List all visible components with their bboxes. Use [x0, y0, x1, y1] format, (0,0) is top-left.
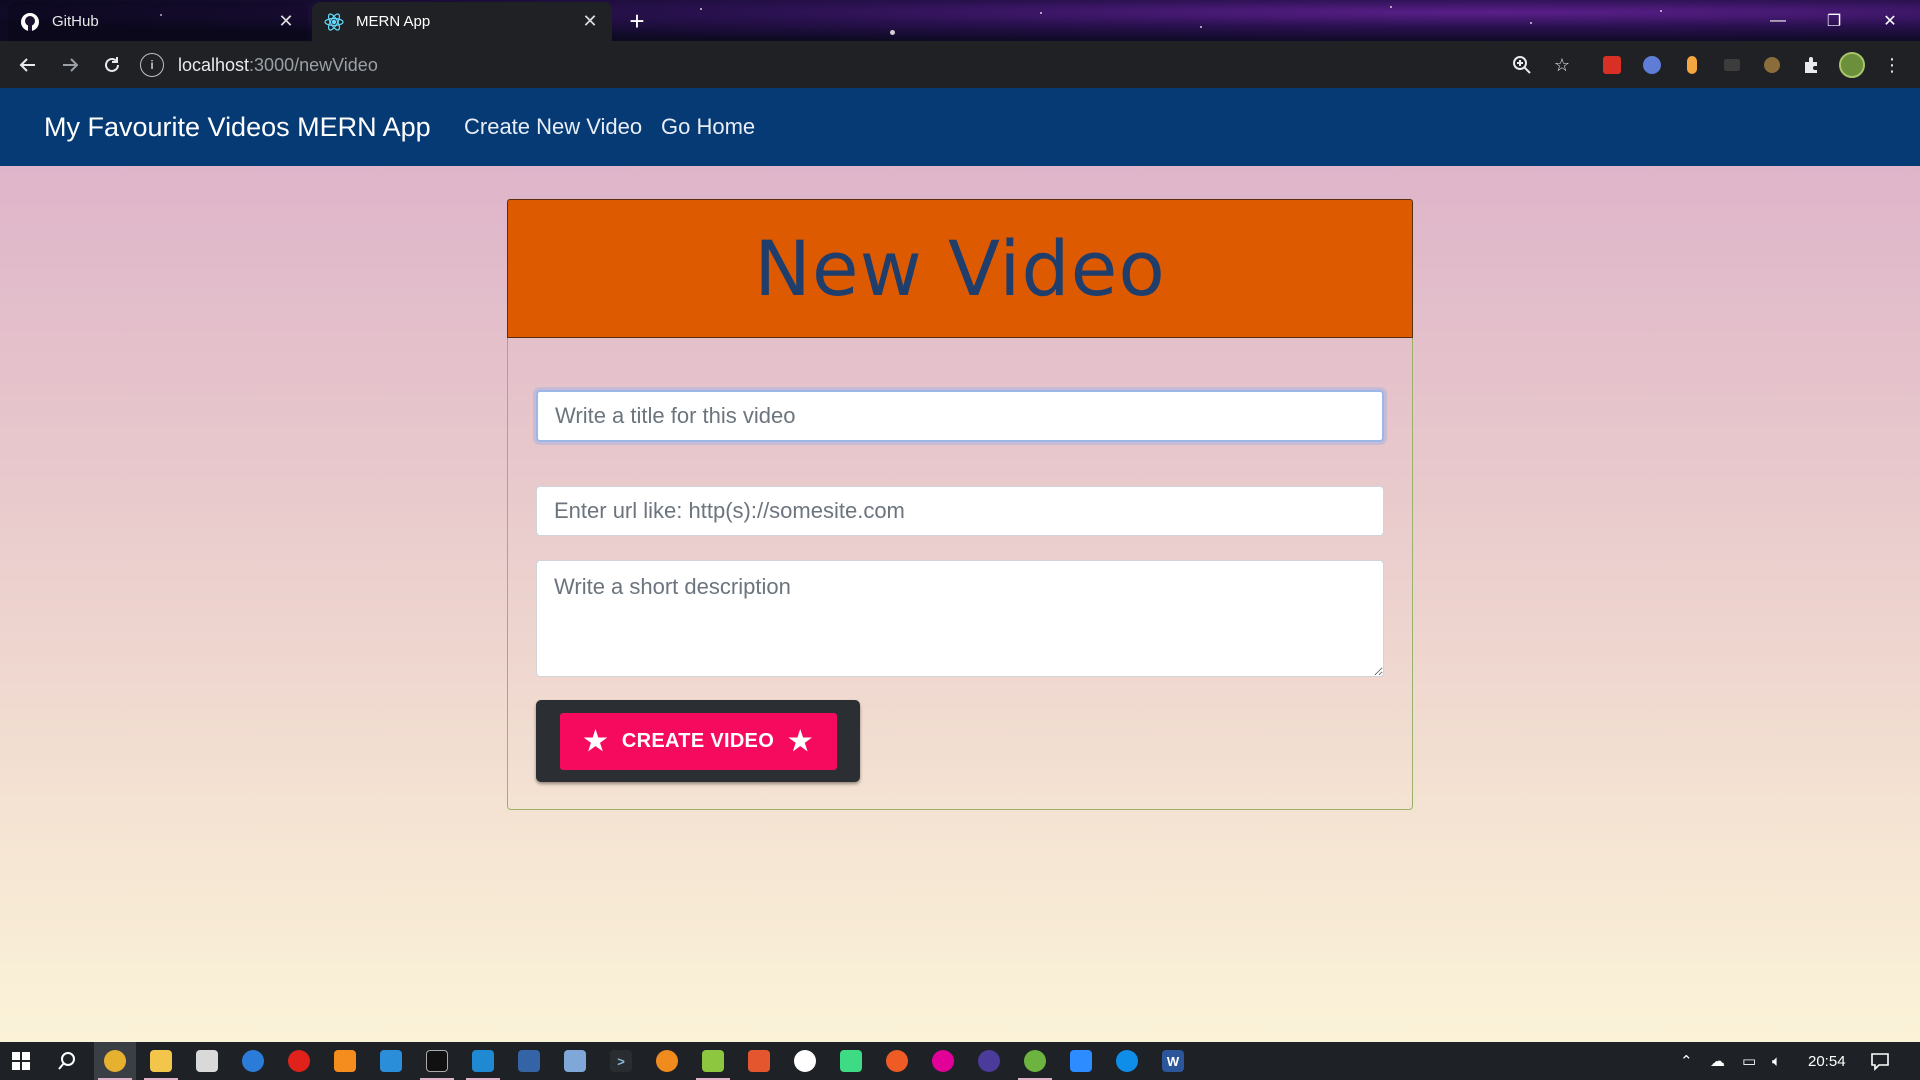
eclipse-taskbar-icon[interactable]: [968, 1042, 1010, 1080]
forward-icon[interactable]: [50, 45, 90, 85]
nav-create-new-video[interactable]: Create New Video: [464, 114, 642, 140]
restore-icon[interactable]: ❐: [1806, 0, 1862, 41]
create-video-button[interactable]: ★ CREATE VIDEO ★: [559, 712, 837, 770]
back-icon[interactable]: [8, 45, 48, 85]
extension-glasses-icon[interactable]: [1637, 50, 1667, 80]
new-tab-button[interactable]: +: [622, 6, 652, 36]
create-video-button-frame: ★ CREATE VIDEO ★: [536, 700, 860, 782]
tab-mern-app[interactable]: MERN App ✕: [312, 2, 612, 41]
store-taskbar-icon[interactable]: [186, 1042, 228, 1080]
page-title: New Video: [754, 224, 1166, 313]
tab-title: MERN App: [356, 13, 431, 30]
show-hidden-icons-icon[interactable]: ⌃: [1680, 1042, 1693, 1080]
network-icon[interactable]: ▭: [1742, 1042, 1756, 1080]
browser-menu-icon[interactable]: ⋮: [1877, 50, 1907, 80]
react-icon: [324, 12, 344, 32]
chrome-taskbar-icon[interactable]: [94, 1042, 136, 1080]
volume-icon[interactable]: 🔈︎: [1772, 1042, 1781, 1080]
windows-taskbar: > W ⌃ ☁ ▭ 🔈︎ 20:54: [0, 1042, 1920, 1080]
mail-taskbar-icon[interactable]: [370, 1042, 412, 1080]
prompt-taskbar-icon[interactable]: >: [600, 1042, 642, 1080]
blender-taskbar-icon[interactable]: [646, 1042, 688, 1080]
app-brand[interactable]: My Favourite Videos MERN App: [44, 112, 431, 143]
html-editor-taskbar-icon[interactable]: [738, 1042, 780, 1080]
extension-dark-icon[interactable]: [1717, 50, 1747, 80]
zoom-taskbar-icon[interactable]: [1060, 1042, 1102, 1080]
extension-red-icon[interactable]: [1597, 50, 1627, 80]
site-info-icon[interactable]: i: [140, 53, 164, 77]
extension-bug-icon[interactable]: [1757, 50, 1787, 80]
title-input[interactable]: [536, 390, 1384, 442]
description-textarea[interactable]: [536, 560, 1384, 677]
nav-go-home[interactable]: Go Home: [661, 114, 755, 140]
browser-tab-strip: GitHub ✕ MERN App ✕ + — ❐ ✕: [0, 0, 1920, 41]
address-bar[interactable]: i localhost:3000/newVideo: [140, 47, 1520, 83]
minimize-icon[interactable]: —: [1750, 0, 1806, 41]
notepadpp-taskbar-icon[interactable]: [692, 1042, 734, 1080]
close-tab-icon[interactable]: ✕: [580, 11, 600, 32]
firefox-taskbar-icon[interactable]: [232, 1042, 274, 1080]
windows-start-icon[interactable]: [0, 1042, 42, 1080]
github-desktop-taskbar-icon[interactable]: [784, 1042, 826, 1080]
bookmark-star-icon[interactable]: ☆: [1547, 50, 1577, 80]
extension-orange-icon[interactable]: [1677, 50, 1707, 80]
postman-taskbar-icon[interactable]: [876, 1042, 918, 1080]
search-icon[interactable]: [46, 1042, 88, 1080]
vscode-taskbar-icon[interactable]: [462, 1042, 504, 1080]
url-path: :3000/newVideo: [249, 54, 378, 75]
file-explorer-taskbar-icon[interactable]: [140, 1042, 182, 1080]
onedrive-icon[interactable]: ☁: [1710, 1042, 1725, 1080]
opera-taskbar-icon[interactable]: [278, 1042, 320, 1080]
sublime-taskbar-icon[interactable]: [324, 1042, 366, 1080]
extensions-puzzle-icon[interactable]: [1797, 50, 1827, 80]
teamviewer-taskbar-icon[interactable]: [1106, 1042, 1148, 1080]
page-viewport: My Favourite Videos MERN App Create New …: [0, 88, 1920, 1042]
star-icon: ★: [583, 725, 608, 756]
virtualbox-taskbar-icon[interactable]: [554, 1042, 596, 1080]
graphql-taskbar-icon[interactable]: [922, 1042, 964, 1080]
profile-avatar[interactable]: [1837, 50, 1867, 80]
zoom-icon[interactable]: [1507, 50, 1537, 80]
video-form: ★ CREATE VIDEO ★: [507, 338, 1413, 810]
reload-icon[interactable]: [92, 45, 132, 85]
spring-taskbar-icon[interactable]: [1014, 1042, 1056, 1080]
tab-github[interactable]: GitHub ✕: [8, 2, 308, 41]
word-taskbar-icon[interactable]: W: [1152, 1042, 1194, 1080]
clock[interactable]: 20:54: [1808, 1042, 1846, 1080]
close-window-icon[interactable]: ✕: [1862, 0, 1918, 41]
close-tab-icon[interactable]: ✕: [276, 11, 296, 32]
browser-toolbar: i localhost:3000/newVideo ☆ ⋮: [0, 41, 1920, 88]
url-input[interactable]: [536, 486, 1384, 536]
github-icon: [20, 12, 40, 32]
url-host: localhost: [178, 54, 250, 75]
android-taskbar-icon[interactable]: [830, 1042, 872, 1080]
card-header: New Video: [507, 199, 1413, 338]
tab-title: GitHub: [52, 13, 99, 30]
app-navbar: My Favourite Videos MERN App Create New …: [0, 88, 1920, 166]
create-video-label: CREATE VIDEO: [621, 729, 775, 752]
powershell-taskbar-icon[interactable]: [508, 1042, 550, 1080]
notifications-icon[interactable]: [1870, 1042, 1890, 1080]
star-icon: ★: [788, 725, 813, 756]
terminal-taskbar-icon[interactable]: [416, 1042, 458, 1080]
